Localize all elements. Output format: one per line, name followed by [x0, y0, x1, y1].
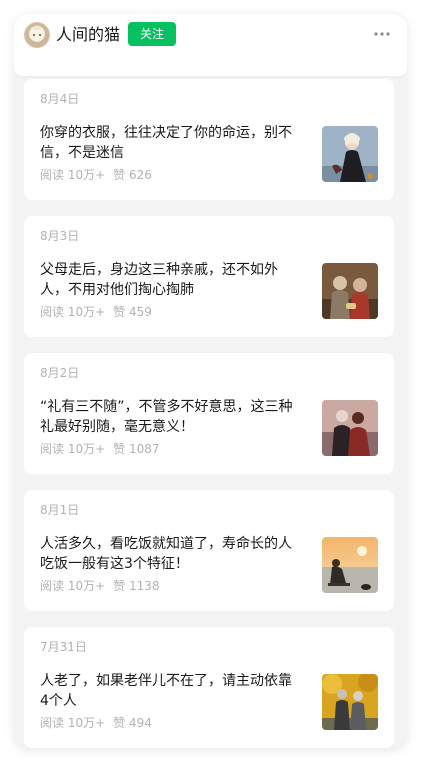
man-by-lake-image[interactable]: [322, 537, 378, 593]
article-stats: 阅读 10万+ 赞 1087: [40, 441, 160, 457]
article-date: 8月3日: [40, 229, 80, 243]
article-title[interactable]: 父母走后，身边这三种亲戚，还不如外人，不用对他们掏心掏肺: [40, 260, 300, 300]
read-count: 阅读 10万+: [40, 442, 106, 456]
article-stats: 阅读 10万+ 赞 626: [40, 167, 152, 183]
article-stats: 阅读 10万+ 赞 1138: [40, 578, 160, 594]
header-divider: [14, 58, 407, 76]
article-date: 8月1日: [40, 503, 80, 517]
article-date: 8月2日: [40, 366, 80, 380]
follow-button[interactable]: 关注: [128, 22, 176, 46]
read-count: 阅读 10万+: [40, 579, 106, 593]
woman-in-dress-image[interactable]: [322, 126, 378, 182]
couple-sunset-image[interactable]: [322, 400, 378, 456]
article-date: 7月31日: [40, 640, 87, 654]
elderly-couple-image[interactable]: [322, 263, 378, 319]
article-stats: 阅读 10万+ 赞 494: [40, 715, 152, 731]
article-card[interactable]: 8月2日 “礼有三不随”，不管多不好意思，这三种礼最好别随，毫无意义！ 阅读 1…: [24, 353, 394, 474]
old-couple-autumn-image[interactable]: [322, 674, 378, 730]
article-stats: 阅读 10万+ 赞 459: [40, 304, 152, 320]
like-count: 赞 626: [113, 168, 152, 182]
more-options-icon[interactable]: [372, 26, 392, 42]
account-avatar[interactable]: [24, 22, 50, 48]
article-list-panel: 人间的猫 关注 8月4日 你穿的衣服，往往决定了你的命运，别不信，不是迷信 阅读…: [14, 14, 407, 748]
read-count: 阅读 10万+: [40, 716, 106, 730]
account-name[interactable]: 人间的猫: [56, 24, 120, 46]
account-header: 人间的猫 关注: [14, 14, 407, 58]
article-title[interactable]: 人老了，如果老伴儿不在了，请主动依靠4个人: [40, 671, 300, 711]
article-title[interactable]: 你穿的衣服，往往决定了你的命运，别不信，不是迷信: [40, 123, 300, 163]
like-count: 赞 459: [113, 305, 152, 319]
article-card[interactable]: 8月3日 父母走后，身边这三种亲戚，还不如外人，不用对他们掏心掏肺 阅读 10万…: [24, 216, 394, 337]
read-count: 阅读 10万+: [40, 168, 106, 182]
article-title[interactable]: 人活多久，看吃饭就知道了，寿命长的人吃饭一般有这3个特征！: [40, 534, 300, 574]
article-title[interactable]: “礼有三不随”，不管多不好意思，这三种礼最好别随，毫无意义！: [40, 397, 300, 437]
read-count: 阅读 10万+: [40, 305, 106, 319]
like-count: 赞 494: [113, 716, 152, 730]
like-count: 赞 1138: [113, 579, 160, 593]
article-date: 8月4日: [40, 92, 80, 106]
article-card[interactable]: 8月1日 人活多久，看吃饭就知道了，寿命长的人吃饭一般有这3个特征！ 阅读 10…: [24, 490, 394, 611]
like-count: 赞 1087: [113, 442, 160, 456]
article-card[interactable]: 8月4日 你穿的衣服，往往决定了你的命运，别不信，不是迷信 阅读 10万+ 赞 6…: [24, 79, 394, 200]
article-card[interactable]: 7月31日 人老了，如果老伴儿不在了，请主动依靠4个人 阅读 10万+ 赞 494: [24, 627, 394, 748]
